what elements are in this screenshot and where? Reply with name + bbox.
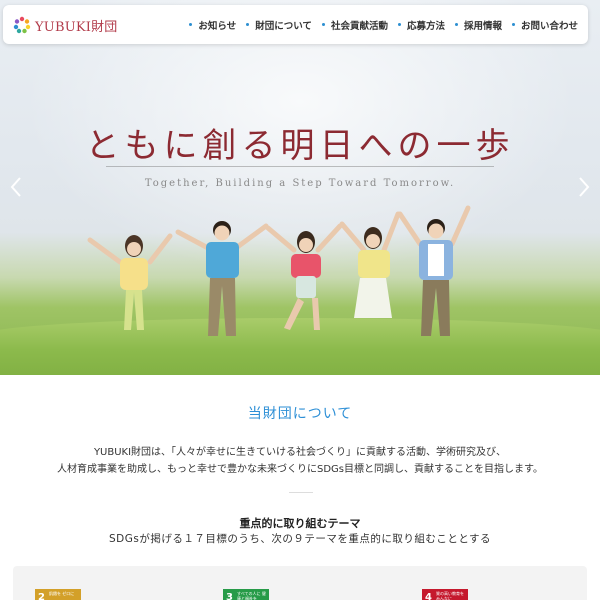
about-line-2: 人材育成事業を助成し、もっと幸せで豊かな未来づくりにSDGs目標と同調し、貢献す… xyxy=(56,464,543,475)
nav-bullet-icon xyxy=(189,23,193,26)
nav-bullet-icon xyxy=(246,23,250,26)
nav-recruit[interactable]: 採用情報 xyxy=(454,18,502,32)
sdg-tile-2[interactable]: 2 飢餓を ゼロに xyxy=(35,589,81,600)
sdg-number: 3 xyxy=(226,592,233,600)
slider-prev-button[interactable] xyxy=(6,172,26,202)
logo-text: YUBUKI財団 xyxy=(35,19,118,35)
site-header: YUBUKI財団 お知らせ 財団について 社会貢献活動 応募方法 採用情報 お問… xyxy=(3,5,588,44)
sdg-label: 飢餓を ゼロに xyxy=(49,591,75,596)
site-logo[interactable]: YUBUKI財団 xyxy=(13,15,118,35)
person-5 xyxy=(397,205,471,336)
person-2 xyxy=(175,221,269,336)
nav-bullet-icon xyxy=(321,23,325,26)
person-1 xyxy=(87,233,173,330)
hero-slider: ともに創る明日への一歩 Together, Building a Step To… xyxy=(0,0,600,375)
sdg-tile-3[interactable]: 3 すべての人に 健康と福祉を xyxy=(223,589,269,600)
nav-bullet-icon xyxy=(511,23,515,26)
nav-bullet-icon xyxy=(397,23,401,26)
nav-apply[interactable]: 応募方法 xyxy=(397,18,445,32)
logo-flower-icon xyxy=(13,16,31,34)
sdg-panel: 2 飢餓を ゼロに 3 すべての人に 健康と福祉を 4 質の高い教育を みんなに xyxy=(13,566,587,600)
sdg-number: 4 xyxy=(425,592,432,600)
nav-label: お知らせ xyxy=(198,20,237,32)
person-3 xyxy=(265,223,343,330)
hero-title-rule xyxy=(106,166,494,167)
nav-label: 財団について xyxy=(255,20,312,32)
person-4 xyxy=(339,211,401,318)
chevron-left-icon xyxy=(10,177,21,197)
about-description: YUBUKI財団は、「人々が幸せに生きていける社会づくり」に貢献する活動、学術研… xyxy=(0,444,600,478)
nav-activities[interactable]: 社会貢献活動 xyxy=(321,18,388,32)
nav-label: 応募方法 xyxy=(406,20,445,32)
chevron-right-icon xyxy=(579,177,590,197)
slider-next-button[interactable] xyxy=(574,172,594,202)
section-divider xyxy=(289,492,313,493)
main-nav: お知らせ 財団について 社会貢献活動 応募方法 採用情報 お問い合わせ xyxy=(179,5,578,44)
nav-about[interactable]: 財団について xyxy=(246,18,312,32)
sdg-label: すべての人に 健康と福祉を xyxy=(237,591,266,600)
focus-title: 重点的に取り組むテーマ xyxy=(239,517,361,530)
sdg-tile-4[interactable]: 4 質の高い教育を みんなに xyxy=(422,589,468,600)
about-title: 当財団について xyxy=(247,406,353,422)
about-line-1: YUBUKI財団は、「人々が幸せに生きていける社会づくり」に貢献する活動、学術研… xyxy=(93,447,507,458)
nav-label: 採用情報 xyxy=(463,20,502,32)
focus-subtitle: SDGsが掲げる１７目標のうち、次の９テーマを重点的に取り組むこととする xyxy=(108,533,492,545)
nav-label: 社会貢献活動 xyxy=(330,20,388,32)
hero-subtitle: Together, Building a Step Toward Tomorro… xyxy=(144,178,456,189)
hero-title: ともに創る明日への一歩 xyxy=(85,126,515,166)
nav-contact[interactable]: お問い合わせ xyxy=(511,18,578,32)
sdg-label: 質の高い教育を みんなに xyxy=(436,591,464,600)
sdg-number: 2 xyxy=(38,592,45,600)
nav-news[interactable]: お知らせ xyxy=(189,18,236,32)
nav-label: お問い合わせ xyxy=(520,20,578,32)
nav-bullet-icon xyxy=(454,23,458,26)
